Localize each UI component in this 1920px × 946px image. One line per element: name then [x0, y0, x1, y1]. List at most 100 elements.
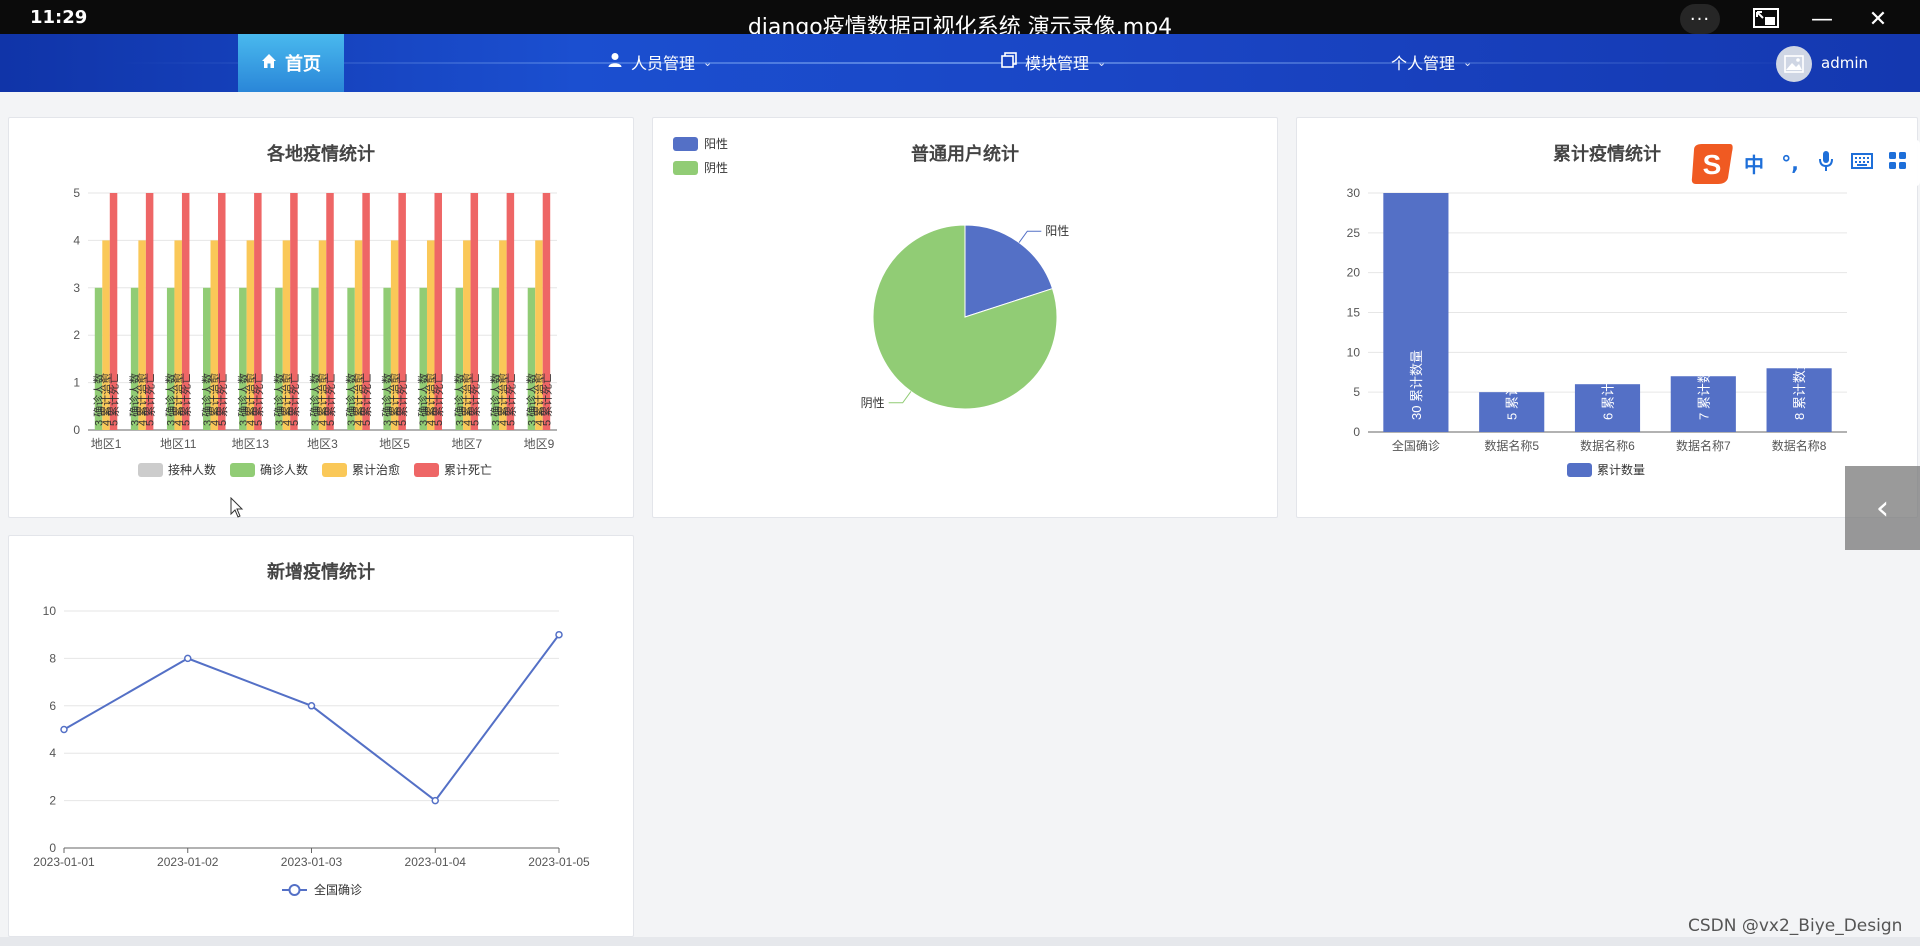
nav-home[interactable]: 首页: [238, 34, 344, 92]
line-point: [307, 702, 316, 710]
pie-label-line: [888, 391, 912, 404]
bar-data-label: 5 累计死亡: [107, 373, 121, 426]
line-point: [184, 654, 192, 663]
regional-chart-card: 各地疫情统计 0123453 确诊人数 4 累计治愈 5 累计死亡 地区1 3 确诊人数…: [8, 117, 634, 518]
y-tick-label: 0: [49, 841, 56, 855]
pie-label-line: [1018, 230, 1042, 243]
bar-data-label: 5 累计死亡: [287, 373, 301, 426]
legend-label: 累计数量: [1597, 462, 1645, 477]
user-stats-card: 普通用户统计 阳性 阴性 阳性 阴性: [652, 117, 1278, 518]
x-tick-label: 地区11: [160, 437, 197, 451]
x-tick-label: 2023-01-03: [281, 855, 343, 869]
grid-menu-icon[interactable]: [1880, 151, 1916, 176]
line-point: [60, 725, 68, 734]
nav-item-label: 个人管理: [1391, 54, 1456, 73]
svg-text:S: S: [1703, 149, 1722, 180]
ime-toolbar: S 中 °,: [1688, 140, 1920, 186]
user-icon: [607, 52, 623, 72]
new-cases-line-chart: 0 2 4 6 8 10 2023-01-01 2023-01-02 2023-01-03 202…: [33, 604, 590, 897]
line-series: [63, 634, 560, 803]
avatar[interactable]: [1776, 46, 1812, 82]
y-tick-label: 2: [49, 794, 56, 808]
y-tick-label: 6: [49, 699, 56, 713]
bar-data-label: 5 累计死亡: [467, 373, 481, 426]
username[interactable]: admin: [1821, 54, 1868, 72]
watermark: CSDN @vx2_Biye_Design: [1688, 916, 1903, 936]
sogou-logo-icon[interactable]: S: [1688, 140, 1736, 186]
legend-swatch: [138, 463, 163, 477]
legend-label: 累计治愈: [352, 462, 400, 477]
chevron-down-icon: ⌄: [1463, 55, 1473, 69]
nav-item-personnel[interactable]: 人员管理 ⌄: [607, 50, 712, 74]
x-tick-label: 全国确诊: [1392, 438, 1440, 453]
x-tick-label: 地区5: [379, 437, 410, 451]
pip-icon[interactable]: [1746, 4, 1786, 34]
top-nav: 首页 人员管理 ⌄ 模块管理 ⌄ 个人管理 ⌄ admin: [0, 34, 1920, 92]
bar-data-label: 30 累计数量: [1409, 350, 1424, 420]
pie-slice-label: 阳性: [1045, 224, 1069, 238]
bar-data-label: 5 累计死亡: [359, 373, 373, 426]
user-pie-chart: 阳性阴性阳性阴性: [673, 137, 1069, 410]
x-tick-label: 地区1: [91, 437, 122, 451]
y-tick-label: 4: [73, 233, 80, 247]
regional-bar-chart: 0123453 确诊人数4 累计治愈5 累计死亡地区13 确诊人数4 累计治愈5…: [73, 186, 557, 477]
x-tick-label: 数据名称5: [1484, 438, 1539, 453]
new-cases-chart-card: 新增疫情统计 0 2 4 6 8 10 2023-01-01 2023-01-02 2023-0…: [8, 535, 634, 937]
y-tick-label: 5: [1353, 385, 1360, 399]
y-tick-label: 3: [73, 281, 80, 295]
x-tick-label: 数据名称8: [1772, 438, 1827, 453]
x-tick-label: 地区13: [232, 437, 270, 451]
bar-data-label: 7 累计数量: [1696, 357, 1711, 420]
microphone-icon[interactable]: [1808, 150, 1844, 177]
x-tick-label: 数据名称7: [1676, 438, 1731, 453]
x-tick-label: 2023-01-04: [405, 855, 467, 869]
y-tick-label: 5: [73, 186, 80, 200]
y-tick-label: 0: [73, 423, 80, 437]
bar-data-label: 5 累计死亡: [215, 373, 229, 426]
bar-data-label: 5 累计死亡: [395, 373, 409, 426]
x-tick-label: 2023-01-05: [528, 855, 590, 869]
y-tick-label: 30: [1347, 186, 1361, 200]
bar-data-label: 5 累计死亡: [323, 373, 337, 426]
y-tick-label: 15: [1347, 306, 1361, 320]
x-tick-label: 地区9: [524, 437, 555, 451]
more-button[interactable]: ···: [1680, 4, 1720, 34]
side-collapse-button[interactable]: ‹: [1845, 466, 1920, 550]
bar-data-label: 5 累计死亡: [251, 373, 265, 426]
keyboard-icon[interactable]: [1844, 151, 1880, 175]
minimize-button[interactable]: —: [1802, 4, 1842, 34]
mouse-cursor-icon: [230, 497, 244, 518]
legend-label: 阳性: [704, 137, 728, 151]
home-icon: [261, 53, 277, 74]
legend-label: 全国确诊: [314, 882, 362, 897]
bar-data-label: 5 累计死亡: [539, 373, 553, 426]
copy-icon: [1001, 52, 1017, 72]
legend-label: 阴性: [704, 161, 728, 175]
bar-data-label: 5 累计死亡: [179, 373, 193, 426]
legend-swatch: [230, 463, 255, 477]
bar-data-label: 5 累计数量: [1505, 357, 1520, 420]
legend-label: 接种人数: [168, 462, 216, 477]
y-tick-label: 25: [1347, 226, 1361, 240]
legend-swatch: [673, 137, 698, 151]
ime-chinese-mode[interactable]: 中: [1736, 149, 1772, 178]
nav-item-personal[interactable]: 个人管理 ⌄: [1391, 50, 1472, 74]
bar-data-label: 5 累计死亡: [431, 373, 445, 426]
chevron-down-icon: ⌄: [703, 55, 713, 69]
close-button[interactable]: ✕: [1858, 4, 1898, 34]
nav-item-modules[interactable]: 模块管理 ⌄: [1001, 50, 1106, 74]
bar-data-label: 5 累计死亡: [143, 373, 157, 426]
line-point: [431, 796, 439, 805]
legend-label: 确诊人数: [260, 462, 308, 477]
y-tick-label: 10: [1347, 345, 1361, 359]
x-tick-label: 地区3: [307, 437, 338, 451]
y-tick-label: 20: [1347, 266, 1361, 280]
legend-swatch: [673, 161, 698, 175]
ime-punctuation[interactable]: °,: [1772, 151, 1808, 175]
pie-slice-label: 阴性: [861, 396, 885, 410]
x-tick-label: 地区7: [451, 437, 482, 451]
legend-swatch: [1567, 463, 1592, 477]
y-tick-label: 10: [43, 604, 57, 618]
nav-item-label: 人员管理: [631, 54, 696, 73]
y-tick-label: 0: [1353, 425, 1360, 439]
